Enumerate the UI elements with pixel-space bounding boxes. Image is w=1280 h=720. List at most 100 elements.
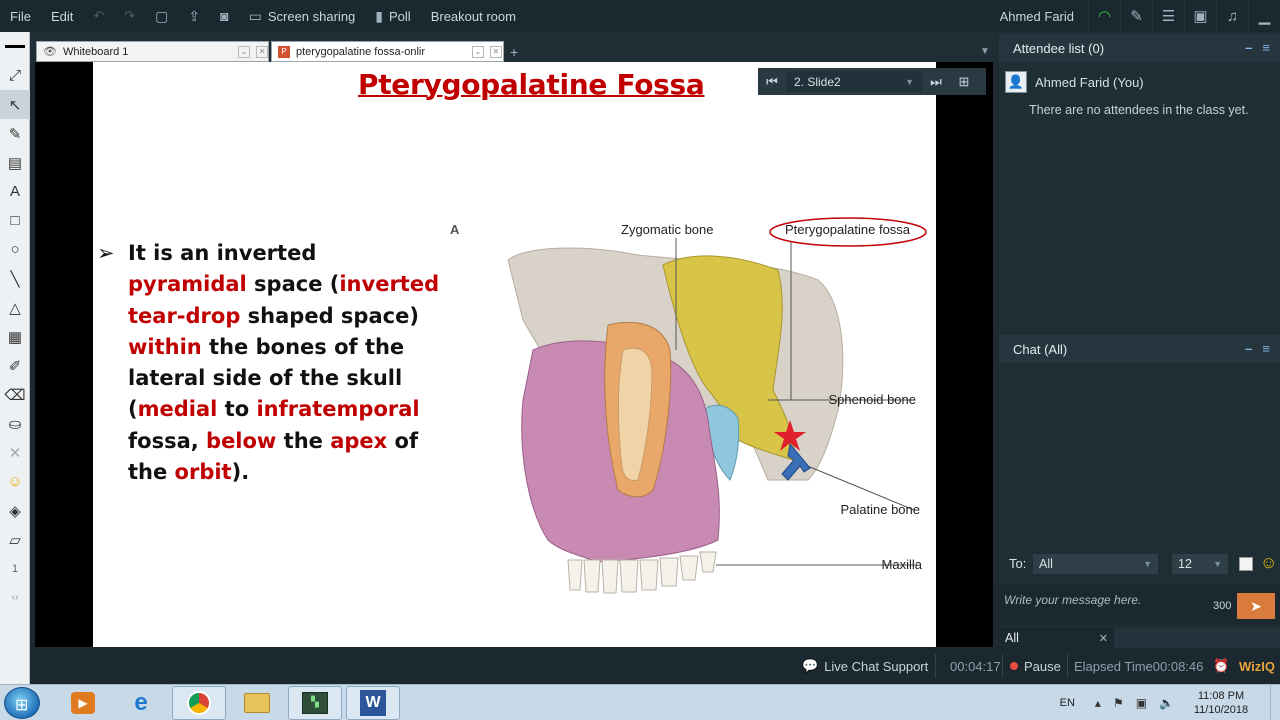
taskbar-wiziq[interactable]: ▚ xyxy=(288,686,342,720)
slide-canvas[interactable]: Pterygopalatine Fossa ➢ It is an inverte… xyxy=(93,62,936,647)
tool-emoji[interactable]: ☺ xyxy=(0,467,30,496)
tab-whiteboard[interactable]: 👁 Whiteboard 1 ⌄ ✕ xyxy=(36,41,269,62)
tab-presentation[interactable]: P pterygopalatine fossa-onlir ⌄ ✕ xyxy=(271,41,504,62)
tool-select[interactable]: ↖ xyxy=(0,90,30,119)
chat-input[interactable]: Write your message here. xyxy=(1004,593,1141,607)
chat-recipient-select[interactable]: All ▼ xyxy=(1033,554,1158,574)
clock[interactable]: 11:08 PM 11/10/2018 xyxy=(1186,689,1256,717)
last-slide-button[interactable]: ⏭ xyxy=(922,68,950,95)
chat-messages xyxy=(999,366,1280,576)
screen-sharing-button[interactable]: ▭ Screen sharing xyxy=(239,0,366,32)
breakout-room-label: Breakout room xyxy=(430,8,516,24)
new-whiteboard-button[interactable]: ▢ xyxy=(145,0,178,32)
snapshot-button[interactable]: ◙ xyxy=(210,0,238,32)
clock-date: 11/10/2018 xyxy=(1193,704,1249,716)
pause-button[interactable]: Pause xyxy=(1010,648,1061,684)
close-icon[interactable]: ✕ xyxy=(490,45,502,58)
audio-button[interactable]: ♫ xyxy=(1216,0,1248,32)
tool-rectangle[interactable]: □ xyxy=(0,206,30,235)
pencil-icon: ✎ xyxy=(8,125,22,143)
tool-highlighter[interactable]: ✐ xyxy=(0,351,30,380)
tab-menu-icon[interactable]: ⌄ xyxy=(238,45,251,58)
slide-select[interactable]: 2. Slide2 ▼ xyxy=(786,71,922,92)
send-button[interactable]: ➤ xyxy=(1237,593,1275,619)
pen-button[interactable]: ✎ xyxy=(1120,0,1152,32)
alarm-clock-icon: ⏰ xyxy=(1213,658,1230,673)
chrome-icon xyxy=(187,691,211,715)
undo-button[interactable]: ↶ xyxy=(83,0,114,32)
language-indicator[interactable]: EN xyxy=(1060,697,1075,709)
current-user-name: Ahmed Farid xyxy=(999,8,1074,24)
skip-back-icon: ⏮ xyxy=(766,73,778,89)
color-picker[interactable] xyxy=(1239,557,1253,571)
tool-fill-color[interactable]: ◈ xyxy=(0,496,30,525)
avatar: 👤 xyxy=(1005,71,1027,93)
tool-delete[interactable]: ✕ xyxy=(0,438,30,467)
minimize-icon[interactable]: – xyxy=(1245,341,1252,356)
eye-icon: 👁 xyxy=(43,46,57,58)
show-hidden-icons-icon[interactable]: ▴ xyxy=(1095,696,1101,710)
network-icon[interactable]: ▣ xyxy=(1136,696,1147,710)
permissions-button[interactable]: ☰ xyxy=(1152,0,1184,32)
line-color-icon: ▱ xyxy=(9,531,21,549)
tool-table[interactable]: ▤ xyxy=(0,148,30,177)
tool-move[interactable]: ⤢ xyxy=(0,61,30,90)
tool-more[interactable]: ‹› xyxy=(0,583,30,612)
bullet-emphasis-text: orbit xyxy=(174,460,232,485)
menu-icon[interactable]: ≡ xyxy=(1262,341,1270,356)
tool-eraser[interactable]: ⌫ xyxy=(0,380,30,409)
volume-icon[interactable]: 🔈 xyxy=(1159,696,1174,710)
first-slide-button[interactable]: ⏮ xyxy=(758,68,786,95)
breakout-room-button[interactable]: Breakout room xyxy=(421,0,526,32)
chevron-down-icon[interactable]: ▼ xyxy=(980,46,990,57)
connection-button[interactable]: ◠ xyxy=(1088,0,1120,32)
tab-menu-icon[interactable]: ⌄ xyxy=(472,45,484,58)
taskbar-internet-explorer[interactable]: e xyxy=(114,686,168,720)
bullet-emphasis-text: medial xyxy=(137,397,218,422)
alarm-button[interactable]: ⏰ xyxy=(1213,648,1229,684)
tool-triangle[interactable]: △ xyxy=(0,293,30,322)
camera-toggle-button[interactable]: ▣ xyxy=(1184,0,1216,32)
tool-line-width[interactable]: 1 xyxy=(0,554,30,583)
thumbnail-view-button[interactable]: ⊞ xyxy=(950,68,978,95)
tool-clear[interactable]: ⛀ xyxy=(0,409,30,438)
taskbar-chrome[interactable] xyxy=(172,686,226,720)
add-tab-icon[interactable]: + xyxy=(510,44,518,60)
tool-circle[interactable]: ○ xyxy=(0,235,30,264)
tool-text[interactable]: A xyxy=(0,177,30,206)
upload-button[interactable]: ⇪ xyxy=(178,0,210,32)
show-desktop-button[interactable] xyxy=(1270,685,1280,720)
taskbar-media-player[interactable]: ▶ xyxy=(56,686,110,720)
redo-button[interactable]: ↷ xyxy=(114,0,145,32)
tool-pencil[interactable]: ✎ xyxy=(0,119,30,148)
taskbar-file-explorer[interactable] xyxy=(230,686,284,720)
chat-font-size-value: 12 xyxy=(1178,557,1192,571)
start-button[interactable]: ⊞ xyxy=(4,687,40,719)
taskbar-word[interactable]: W xyxy=(346,686,400,720)
chat-bubble-icon: 💬 xyxy=(802,658,819,673)
chat-title: Chat (All) xyxy=(1013,341,1068,357)
chat-font-size-select[interactable]: 12 ▼ xyxy=(1172,554,1228,574)
attendee-row[interactable]: 👤 Ahmed Farid (You) xyxy=(1005,71,1144,93)
screen-sharing-label: Screen sharing xyxy=(267,8,356,24)
flag-icon[interactable]: ⚑ xyxy=(1113,696,1124,710)
tool-line[interactable]: ╲ xyxy=(0,264,30,293)
tool-grid[interactable]: ▦ xyxy=(0,322,30,351)
smiley-icon[interactable]: ☺ xyxy=(1260,553,1277,573)
live-chat-support-button[interactable]: 💬 Live Chat Support xyxy=(802,648,928,684)
minimize-icon[interactable]: – xyxy=(1245,40,1252,55)
bullet-plain-text: fossa, xyxy=(128,428,207,453)
menu-file[interactable]: File xyxy=(0,0,41,32)
chat-tab-all[interactable]: All ✕ xyxy=(999,628,1114,648)
poll-button[interactable]: ▮ Poll xyxy=(365,0,420,32)
menu-edit[interactable]: Edit xyxy=(41,0,83,32)
tool-stroke-color[interactable] xyxy=(0,32,30,61)
divider xyxy=(1002,654,1003,678)
close-icon[interactable]: ✕ xyxy=(256,45,269,58)
close-icon[interactable]: ✕ xyxy=(1099,632,1108,645)
minimize-button[interactable]: ▁ xyxy=(1248,0,1280,32)
menu-icon[interactable]: ≡ xyxy=(1262,40,1270,55)
bucket-icon: ⛀ xyxy=(8,415,22,433)
tool-line-color[interactable]: ▱ xyxy=(0,525,30,554)
panel-letter: A xyxy=(450,222,460,237)
